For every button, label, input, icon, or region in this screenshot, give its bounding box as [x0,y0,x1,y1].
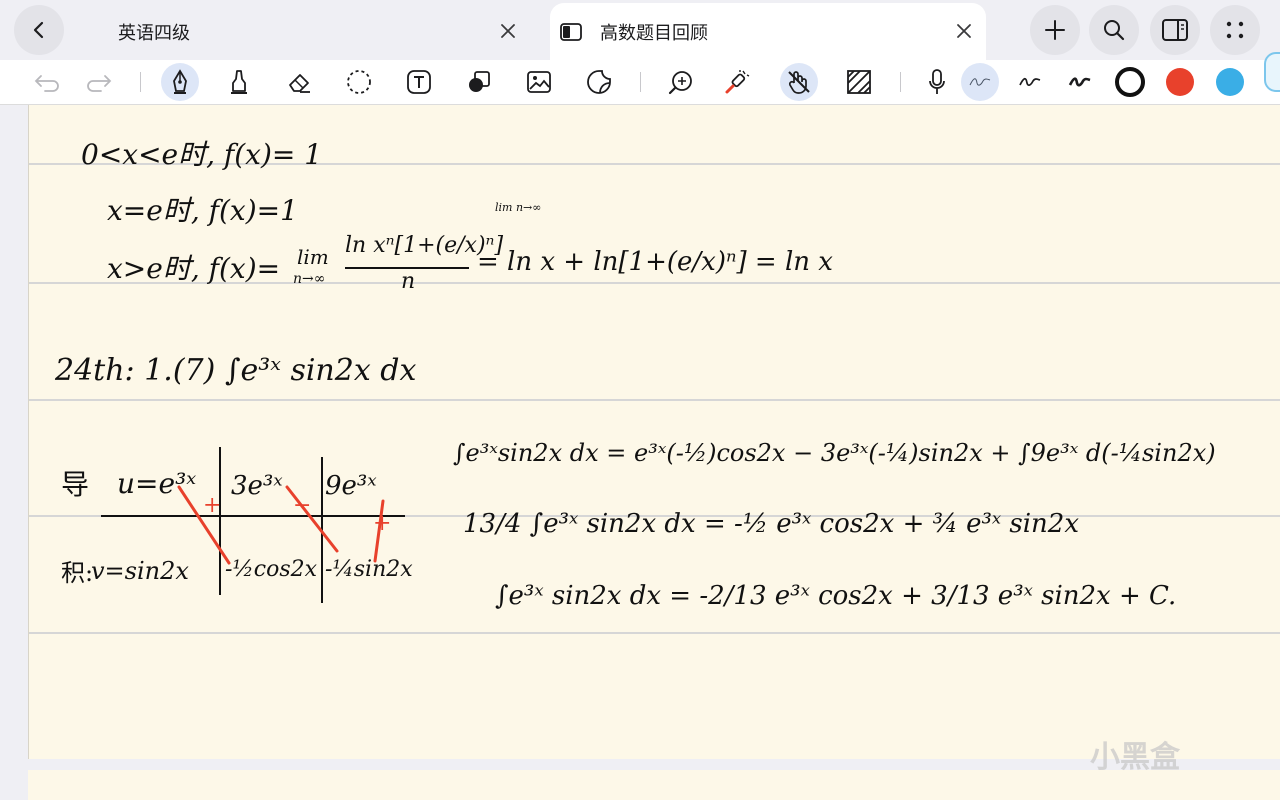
notebook-icon [560,22,582,41]
tab-title: 英语四级 [118,22,190,44]
sidebar-icon [1162,19,1188,41]
color-red-swatch [1166,68,1194,96]
image-tool-button[interactable] [520,63,558,101]
limit-small-note: lim n→∞ [495,201,542,214]
fountain-pen-icon [173,69,187,94]
tab-title: 高数题目回顾 [600,22,708,44]
toolbar-divider [140,72,141,92]
table-red-arrows [177,485,385,565]
color-swatch-black[interactable] [1111,63,1149,101]
handwritten-line-1: 0<x<e时, f(x)= 1 [81,138,323,171]
color-swatch-red[interactable] [1161,63,1199,101]
sign-plus: + [203,493,222,518]
microphone-icon [929,69,945,94]
equation-1: ∫e³ˣsin2x dx = e³ˣ(-½)cos2x − 3e³ˣ(-¼)si… [453,439,1216,467]
text-tool-button[interactable] [400,63,438,101]
close-icon [957,24,971,38]
limit-label: lim [297,245,329,269]
ruled-line [29,632,1280,634]
new-tab-button[interactable] [1030,5,1080,55]
more-button[interactable] [1210,5,1260,55]
equation-2: 13/4 ∫e³ˣ sin2x dx = -½ e³ˣ cos2x + ¾ e³… [463,509,1080,539]
handwritten-line-2: x=e时, f(x)=1 [107,194,298,227]
limit-result: = ln x + ln[1+(e/x)ⁿ] = ln x [477,247,833,277]
fraction-denominator: n [401,269,416,294]
text-box-icon [407,70,431,94]
highlighter-icon [231,70,247,94]
stroke-thin-icon [969,78,991,86]
sign-plus-2: + [373,511,392,536]
close-tab-button[interactable] [952,19,976,43]
problem-title: 24th: 1.(7) ∫e³ˣ sin2x dx [55,353,417,388]
plus-icon [1045,20,1065,40]
integral-row-label: 积: [61,559,94,587]
laser-pointer-icon [725,70,750,94]
close-icon [501,24,515,38]
note-page[interactable]: 0<x<e时, f(x)= 1 x=e时, f(x)=1 x>e时, f(x)=… [28,105,1280,759]
stroke-medium-icon [1019,77,1041,87]
microphone-button[interactable] [918,63,956,101]
toolbar-divider [640,72,641,92]
color-blue-swatch [1216,68,1244,96]
handwritten-line-3-prefix: x>e时, f(x)= [107,252,281,285]
equation-3: ∫e³ˣ sin2x dx = -2/13 e³ˣ cos2x + 3/13 e… [495,581,1177,611]
stroke-thick-button[interactable] [1061,63,1099,101]
color-swatch-blue[interactable] [1211,63,1249,101]
color-black-swatch [1115,67,1145,97]
search-button[interactable] [1089,5,1139,55]
stroke-medium-button[interactable] [1011,63,1049,101]
eraser-tool-button[interactable] [280,63,318,101]
laser-pointer-button[interactable] [718,63,756,101]
limit-subscript: n→∞ [293,271,326,287]
chevron-left-icon [33,21,44,39]
drawing-toolbar [0,60,1280,105]
pattern-icon [847,70,871,94]
floating-tool-handle[interactable] [1264,52,1280,92]
search-icon [1104,20,1125,41]
tab-bar: 英语四级 高数题目回顾 [0,0,1280,60]
sticker-icon [587,70,611,94]
stroke-thin-button[interactable] [961,63,999,101]
hand-draw-toggle[interactable] [780,63,818,101]
hand-draw-icon [788,71,810,94]
eraser-icon [289,74,310,93]
sign-minus: − [293,493,312,518]
tab-math-review[interactable]: 高数题目回顾 [550,3,986,60]
undo-button[interactable] [28,63,66,101]
image-icon [527,71,551,93]
undo-icon [34,75,59,92]
close-tab-button[interactable] [496,19,520,43]
back-button[interactable] [14,5,64,55]
pattern-tool-button[interactable] [840,63,878,101]
shapes-icon [469,71,490,92]
lasso-icon [347,70,371,94]
grid-dots-icon [1226,21,1244,39]
zoom-icon [668,71,692,95]
toolbar-divider [900,72,901,92]
shapes-tool-button[interactable] [460,63,498,101]
sidebar-toggle-button[interactable] [1150,5,1200,55]
derivative-row-label: 导 [61,468,90,501]
stroke-thick-icon [1068,77,1091,87]
ruled-line [29,399,1280,401]
redo-button[interactable] [80,63,118,101]
zoom-tool-button[interactable] [662,63,700,101]
highlighter-tool-button[interactable] [220,63,258,101]
pen-tool-button[interactable] [161,63,199,101]
tab-english[interactable]: 英语四级 [72,3,532,60]
lasso-tool-button[interactable] [340,63,378,101]
redo-icon [87,75,112,92]
watermark-logo: 小黑盒 [1090,740,1180,775]
sticker-tool-button[interactable] [580,63,618,101]
